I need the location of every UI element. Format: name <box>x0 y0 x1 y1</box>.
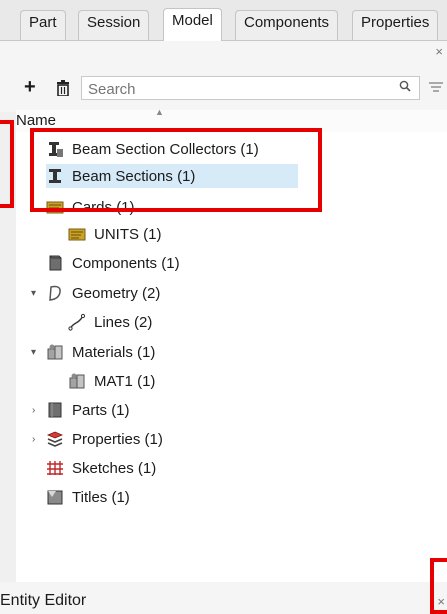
column-header-name[interactable]: Name <box>16 112 56 129</box>
add-icon[interactable]: + <box>24 76 36 99</box>
sort-ascending-icon[interactable]: ▲ <box>155 107 164 117</box>
highlight-box-beam-sections <box>30 128 322 212</box>
tree-item-properties[interactable]: Properties (1) <box>46 427 196 451</box>
expand-arrow-icon[interactable]: › <box>32 434 35 445</box>
entity-editor-title: Entity Editor <box>0 592 87 609</box>
search-icon[interactable] <box>399 80 411 92</box>
tree-item-label: Properties <box>72 430 141 448</box>
tree-item-count: (2) <box>134 313 153 331</box>
geometry-icon <box>49 285 61 301</box>
tree-item-count: (2) <box>142 284 161 302</box>
tree-item-label: Lines <box>94 313 130 331</box>
tree-item-mat1[interactable]: MAT1 (1) <box>68 369 198 393</box>
part-icon <box>48 402 62 418</box>
tree-item-count: (1) <box>161 254 180 272</box>
tree-item-titles[interactable]: Titles (1) <box>46 485 176 509</box>
tree-item-lines[interactable]: Lines (2) <box>68 310 188 334</box>
material-icon <box>69 373 85 389</box>
tree-item-components[interactable]: Components (1) <box>46 251 226 275</box>
panel-close-icon[interactable]: × <box>435 44 443 59</box>
expand-arrow-icon[interactable]: › <box>32 405 35 416</box>
search-input[interactable] <box>81 76 420 100</box>
tree-item-count: (1) <box>137 343 156 361</box>
tree-item-sketches[interactable]: Sketches (1) <box>46 456 196 480</box>
tree-item-units[interactable]: UNITS (1) <box>68 222 208 246</box>
tree-item-label: Sketches <box>72 459 134 477</box>
title-icon <box>47 490 63 505</box>
tree-item-label: Titles <box>72 488 108 506</box>
tree-item-label: Parts <box>72 401 108 419</box>
tab-session[interactable]: Session <box>78 10 150 40</box>
highlight-box-left-edge <box>0 120 14 208</box>
tree-item-label: Geometry <box>72 284 138 302</box>
tree-item-count: (1) <box>137 372 156 390</box>
line-icon <box>68 313 86 331</box>
tree-item-count: (1) <box>144 430 163 448</box>
tree-item-parts[interactable]: Parts (1) <box>46 398 166 422</box>
sketch-icon <box>47 461 63 475</box>
tree-item-label: Materials <box>72 343 133 361</box>
tree-item-count: (1) <box>111 488 130 506</box>
collapse-arrow-icon[interactable]: ▾ <box>31 347 36 358</box>
tree-item-count: (1) <box>137 459 157 477</box>
tab-components[interactable]: Components <box>235 10 339 40</box>
tree-item-count: (1) <box>111 401 130 419</box>
trash-icon[interactable] <box>56 80 70 96</box>
tree-item-label: Components <box>72 254 158 272</box>
card-icon <box>68 228 86 241</box>
component-icon <box>49 255 62 271</box>
property-icon <box>46 431 64 447</box>
filter-icon[interactable] <box>428 80 444 96</box>
tab-model[interactable]: Model <box>163 8 222 41</box>
tree-item-materials[interactable]: Materials (1) <box>46 340 196 364</box>
entity-editor-close-icon[interactable]: × <box>437 594 445 609</box>
tree-item-label: MAT1 <box>94 372 133 390</box>
tree-item-count: (1) <box>143 225 162 243</box>
material-icon <box>47 344 63 360</box>
tree-item-label: UNITS <box>94 225 139 243</box>
tab-part[interactable]: Part <box>20 10 66 40</box>
tab-properties[interactable]: Properties <box>352 10 439 40</box>
collapse-arrow-icon[interactable]: ▾ <box>31 288 36 299</box>
tree-item-geometry[interactable]: Geometry (2) <box>46 281 196 305</box>
